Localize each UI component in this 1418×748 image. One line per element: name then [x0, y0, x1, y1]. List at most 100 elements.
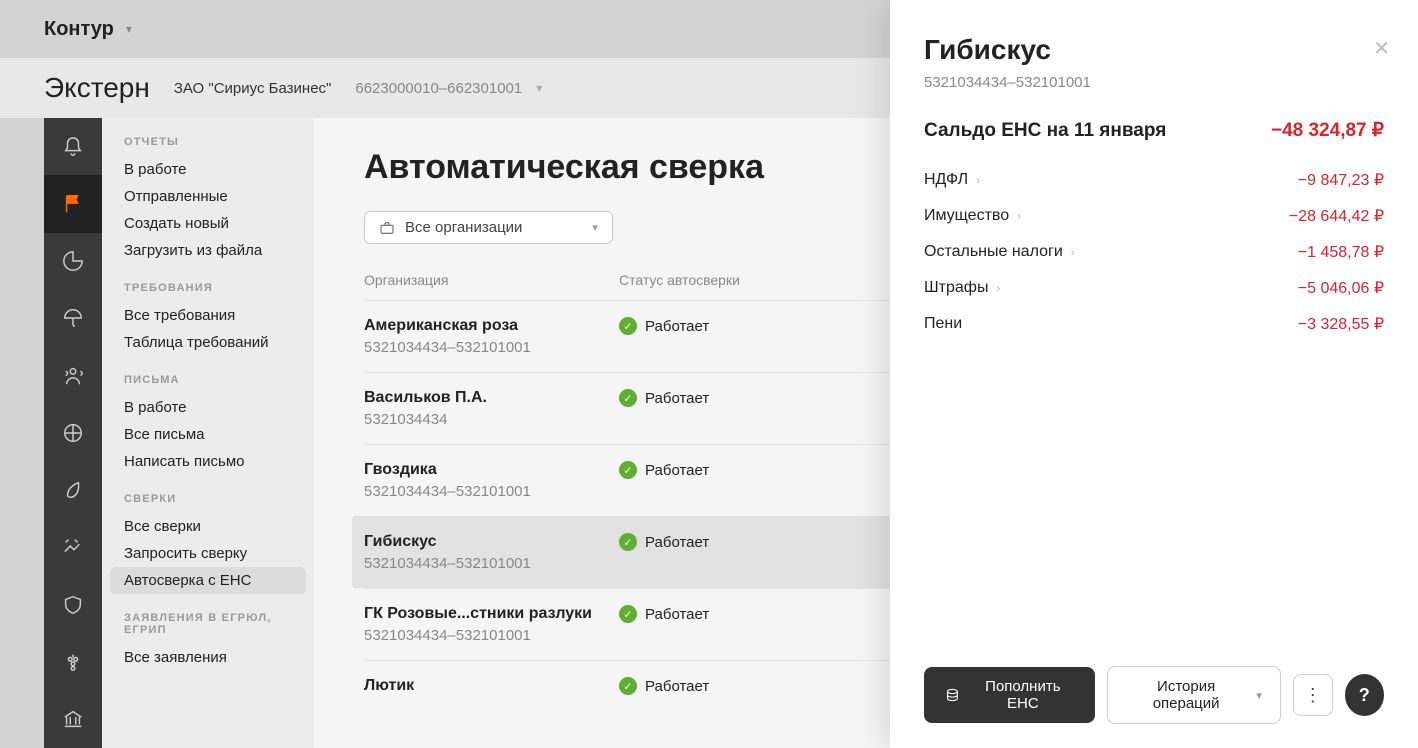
detail-panel: ✕ Гибискус 5321034434–532101001 Сальдо Е…: [890, 0, 1418, 748]
panel-sub: 5321034434–532101001: [924, 74, 1384, 91]
chevron-down-icon: ▾: [1256, 689, 1262, 702]
globe-icon[interactable]: [44, 404, 102, 461]
sidebar-group-title: ОТЧЕТЫ: [102, 136, 314, 148]
sidebar-item[interactable]: Создать новый: [102, 210, 314, 237]
sidebar: ОТЧЕТЫВ работеОтправленныеСоздать новыйЗ…: [102, 118, 314, 748]
org-id: 5321034434–532101001: [364, 483, 619, 500]
col-header-org: Организация: [364, 272, 619, 288]
org-name: Американская роза: [364, 317, 619, 335]
balance-line[interactable]: НДФЛ › −9 847,23 ₽: [924, 162, 1384, 198]
people-icon[interactable]: [44, 347, 102, 404]
balance-line[interactable]: Имущество › −28 644,42 ₽: [924, 198, 1384, 234]
balance-row: Сальдо ЕНС на 11 января −48 324,87 ₽: [924, 119, 1384, 142]
line-value: −3 328,55 ₽: [1298, 314, 1384, 334]
sidebar-item[interactable]: Таблица требований: [102, 329, 314, 356]
check-circle-icon: ✓: [619, 605, 637, 623]
check-circle-icon: ✓: [619, 533, 637, 551]
sidebar-item[interactable]: Все требования: [102, 302, 314, 329]
status-label: Работает: [645, 534, 709, 551]
sidebar-item[interactable]: Отправленные: [102, 183, 314, 210]
tools-icon[interactable]: [44, 519, 102, 576]
check-circle-icon: ✓: [619, 317, 637, 335]
panel-title: Гибискус: [924, 34, 1384, 66]
line-label: Остальные налоги: [924, 243, 1063, 261]
umbrella-icon[interactable]: [44, 290, 102, 347]
line-value: −28 644,42 ₽: [1289, 206, 1384, 226]
status-label: Работает: [645, 606, 709, 623]
balance-label: Сальдо ЕНС на 11 января: [924, 120, 1166, 142]
line-label: Имущество: [924, 207, 1009, 225]
org-id: 5321034434–532101001: [364, 627, 619, 644]
sidebar-item[interactable]: Все заявления: [102, 644, 314, 671]
org-name: ГК Розовые...стники разлуки: [364, 605, 619, 623]
check-circle-icon: ✓: [619, 461, 637, 479]
history-label: История операций: [1126, 678, 1247, 712]
coins-icon: [944, 686, 961, 704]
brand-chevron-icon[interactable]: ▾: [126, 22, 132, 36]
status-label: Работает: [645, 678, 709, 695]
chevron-right-icon: ›: [1071, 245, 1075, 259]
chevron-right-icon: ›: [1017, 209, 1021, 223]
sidebar-item[interactable]: Загрузить из файла: [102, 237, 314, 264]
leaf-icon[interactable]: [44, 462, 102, 519]
filter-label: Все организации: [405, 219, 522, 236]
help-button[interactable]: ?: [1345, 674, 1384, 716]
check-circle-icon: ✓: [619, 389, 637, 407]
balance-line[interactable]: Штрафы › −5 046,06 ₽: [924, 270, 1384, 306]
sidebar-item[interactable]: Все сверки: [102, 513, 314, 540]
status-label: Работает: [645, 462, 709, 479]
chevron-right-icon: ›: [976, 173, 980, 187]
product-name[interactable]: Экстерн: [44, 72, 150, 104]
org-name: ЗАО "Сириус Базинес": [174, 80, 332, 97]
dots-vertical-icon: ⋮: [1304, 685, 1322, 706]
line-label: НДФЛ: [924, 171, 968, 189]
topup-button[interactable]: Пополнить ЕНС: [924, 667, 1095, 723]
org-id: 6623000010–662301001: [355, 80, 522, 97]
panel-footer: Пополнить ЕНС История операций ▾ ⋮ ?: [890, 648, 1418, 748]
line-value: −1 458,78 ₽: [1298, 242, 1384, 262]
org-name: Лютик: [364, 677, 619, 695]
sidebar-item[interactable]: Запросить сверку: [102, 540, 314, 567]
check-circle-icon: ✓: [619, 677, 637, 695]
sidebar-group-title: ТРЕБОВАНИЯ: [102, 282, 314, 294]
org-filter-select[interactable]: Все организации ▾: [364, 211, 613, 244]
org-id: 5321034434–532101001: [364, 555, 619, 572]
sidebar-item[interactable]: Автосверка с ЕНС: [110, 567, 306, 594]
sidebar-item[interactable]: В работе: [102, 156, 314, 183]
sidebar-item[interactable]: Написать письмо: [102, 448, 314, 475]
bell-icon[interactable]: [44, 118, 102, 175]
sidebar-item[interactable]: Все письма: [102, 421, 314, 448]
line-label: Пени: [924, 315, 962, 333]
sidebar-group-title: СВЕРКИ: [102, 493, 314, 505]
balance-line: Пени −3 328,55 ₽: [924, 306, 1384, 342]
chevron-right-icon: ›: [996, 281, 1000, 295]
close-icon[interactable]: ✕: [1373, 36, 1390, 61]
org-name: Васильков П.А.: [364, 389, 619, 407]
org-id: 5321034434: [364, 411, 619, 428]
brand-logo[interactable]: Контур: [44, 18, 114, 41]
briefcase-icon: [379, 220, 395, 236]
status-label: Работает: [645, 390, 709, 407]
shield-icon[interactable]: [44, 576, 102, 633]
sidebar-group-title: ЗАЯВЛЕНИЯ В ЕГРЮЛ, ЕГРИП: [102, 612, 314, 636]
bank-icon[interactable]: [44, 691, 102, 748]
org-name: Гвоздика: [364, 461, 619, 479]
org-chevron-icon[interactable]: ▾: [536, 81, 542, 95]
sidebar-item[interactable]: В работе: [102, 394, 314, 421]
grapes-icon[interactable]: [44, 633, 102, 690]
status-label: Работает: [645, 318, 709, 335]
balance-value: −48 324,87 ₽: [1271, 119, 1384, 142]
chart-icon[interactable]: [44, 233, 102, 290]
sidebar-group-title: ПИСЬМА: [102, 374, 314, 386]
icon-rail: [44, 118, 102, 748]
org-name: Гибискус: [364, 533, 619, 551]
flag-icon[interactable]: [44, 175, 102, 232]
line-value: −5 046,06 ₽: [1298, 278, 1384, 298]
balance-line[interactable]: Остальные налоги › −1 458,78 ₽: [924, 234, 1384, 270]
line-label: Штрафы: [924, 279, 988, 297]
history-button[interactable]: История операций ▾: [1107, 666, 1281, 724]
line-value: −9 847,23 ₽: [1298, 170, 1384, 190]
more-button[interactable]: ⋮: [1293, 674, 1333, 716]
chevron-down-icon: ▾: [592, 221, 598, 234]
topup-label: Пополнить ЕНС: [971, 678, 1075, 712]
